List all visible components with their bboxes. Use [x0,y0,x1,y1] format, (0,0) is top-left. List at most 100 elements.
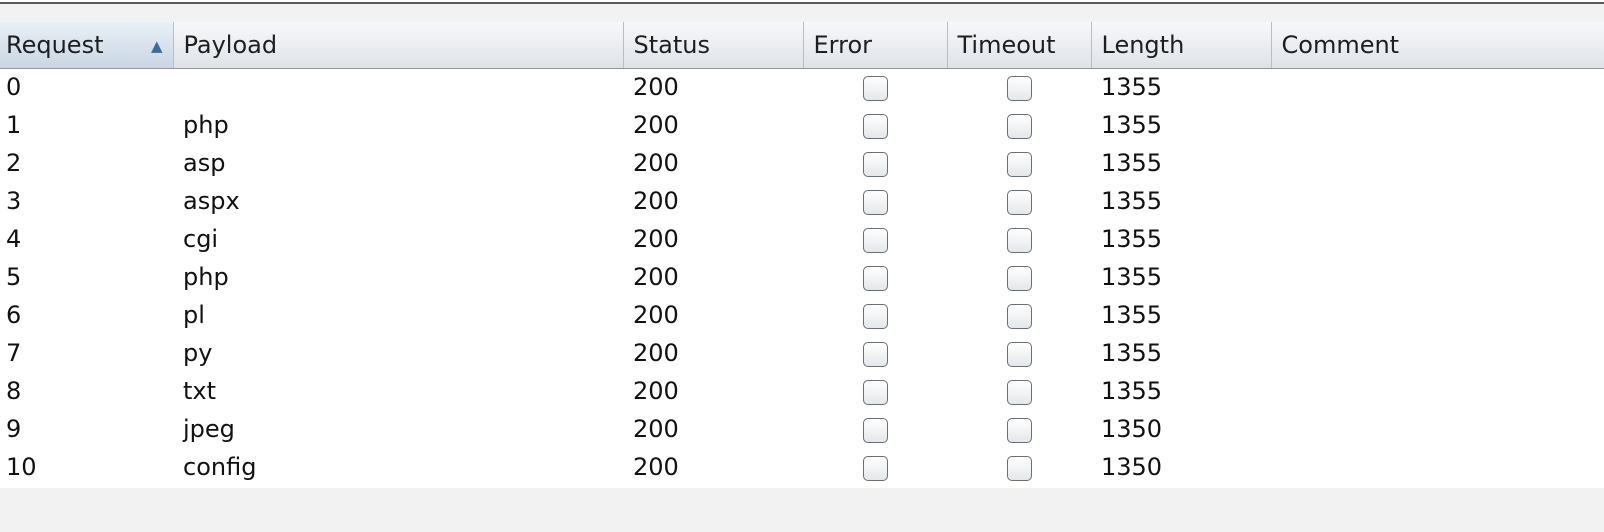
error-checkbox[interactable] [862,227,888,253]
timeout-checkbox[interactable] [1006,227,1032,253]
table-row[interactable]: 10 config 200 1350 [0,448,1604,486]
request-cell: 7 [6,339,22,367]
column-header-length[interactable]: Length [1091,22,1272,69]
timeout-checkbox[interactable] [1006,75,1032,101]
request-cell: 8 [6,377,22,405]
length-cell: 1355 [1101,377,1163,405]
status-cell: 200 [633,263,679,291]
error-checkbox[interactable] [862,75,888,101]
table-row[interactable]: 1 php 200 1355 [0,106,1604,144]
timeout-checkbox[interactable] [1006,151,1032,177]
timeout-cell [947,182,1091,220]
timeout-checkbox[interactable] [1006,113,1032,139]
timeout-cell [947,258,1091,296]
timeout-cell [947,410,1091,448]
timeout-checkbox[interactable] [1006,189,1032,215]
length-cell: 1355 [1101,111,1163,139]
column-header-label: Status [633,30,710,59]
table-row[interactable]: 3 aspx 200 1355 [0,182,1604,220]
error-checkbox[interactable] [862,303,888,329]
error-checkbox[interactable] [862,341,888,367]
payload-cell: jpeg [183,415,235,443]
length-cell: 1355 [1101,301,1163,329]
column-header-timeout[interactable]: Timeout [947,22,1092,69]
comment-cell [1271,334,1604,372]
request-cell: 1 [6,111,22,139]
sort-ascending-icon: ▲ [150,37,163,55]
status-cell: 200 [633,149,679,177]
request-cell: 2 [6,149,22,177]
timeout-cell [947,144,1091,182]
error-cell [803,258,947,296]
error-cell [803,68,947,106]
column-header-label: Comment [1281,30,1400,59]
table-row[interactable]: 9 jpeg 200 1350 [0,410,1604,448]
error-checkbox[interactable] [862,265,888,291]
column-header-payload[interactable]: Payload [173,22,624,69]
column-header-label: Length [1101,30,1185,59]
error-checkbox[interactable] [862,455,888,481]
column-header-label: Timeout [957,30,1056,59]
error-checkbox[interactable] [862,379,888,405]
timeout-cell [947,68,1091,106]
column-header-status[interactable]: Status [623,22,804,69]
payload-cell: pl [183,301,205,329]
request-cell: 4 [6,225,22,253]
length-cell: 1350 [1101,453,1163,481]
timeout-checkbox[interactable] [1006,455,1032,481]
column-header-request[interactable]: Request ▲ [0,22,174,69]
error-cell [803,220,947,258]
timeout-checkbox[interactable] [1006,265,1032,291]
status-cell: 200 [633,187,679,215]
payload-cell: cgi [183,225,219,253]
timeout-checkbox[interactable] [1006,341,1032,367]
column-header-error[interactable]: Error [803,22,948,69]
results-panel: Request ▲ Payload Status Error Timeout L… [0,0,1604,532]
timeout-checkbox[interactable] [1006,303,1032,329]
comment-cell [1271,144,1604,182]
status-cell: 200 [633,415,679,443]
payload-cell: py [183,339,213,367]
comment-cell [1271,106,1604,144]
table-row[interactable]: 7 py 200 1355 [0,334,1604,372]
table-row[interactable]: 8 txt 200 1355 [0,372,1604,410]
payload-cell: txt [183,377,217,405]
column-header-label: Payload [183,30,278,59]
error-cell [803,334,947,372]
results-table-container[interactable]: Request ▲ Payload Status Error Timeout L… [0,22,1604,488]
request-cell: 6 [6,301,22,329]
payload-cell [173,68,623,106]
payload-cell: aspx [183,187,240,215]
status-cell: 200 [633,301,679,329]
table-row[interactable]: 4 cgi 200 1355 [0,220,1604,258]
table-row[interactable]: 6 pl 200 1355 [0,296,1604,334]
table-row[interactable]: 2 asp 200 1355 [0,144,1604,182]
timeout-checkbox[interactable] [1006,379,1032,405]
timeout-cell [947,220,1091,258]
error-cell [803,182,947,220]
length-cell: 1355 [1101,149,1163,177]
comment-cell [1271,68,1604,106]
timeout-cell [947,106,1091,144]
timeout-checkbox[interactable] [1006,417,1032,443]
table-body: 0 200 1355 1 php 200 1355 2 asp 200 1355 3 aspx 200 13… [0,68,1604,486]
error-checkbox[interactable] [862,417,888,443]
length-cell: 1355 [1101,225,1163,253]
table-row[interactable]: 5 php 200 1355 [0,258,1604,296]
table-row[interactable]: 0 200 1355 [0,68,1604,106]
column-header-label: Error [813,30,873,59]
error-cell [803,144,947,182]
error-checkbox[interactable] [862,151,888,177]
length-cell: 1355 [1101,73,1163,102]
comment-cell [1271,448,1604,486]
error-checkbox[interactable] [862,113,888,139]
comment-cell [1271,258,1604,296]
payload-cell: php [183,263,229,291]
status-cell: 200 [633,339,679,367]
timeout-cell [947,296,1091,334]
status-cell: 200 [633,453,679,481]
error-cell [803,372,947,410]
payload-cell: asp [183,149,226,177]
error-checkbox[interactable] [862,189,888,215]
column-header-comment[interactable]: Comment [1271,22,1604,69]
